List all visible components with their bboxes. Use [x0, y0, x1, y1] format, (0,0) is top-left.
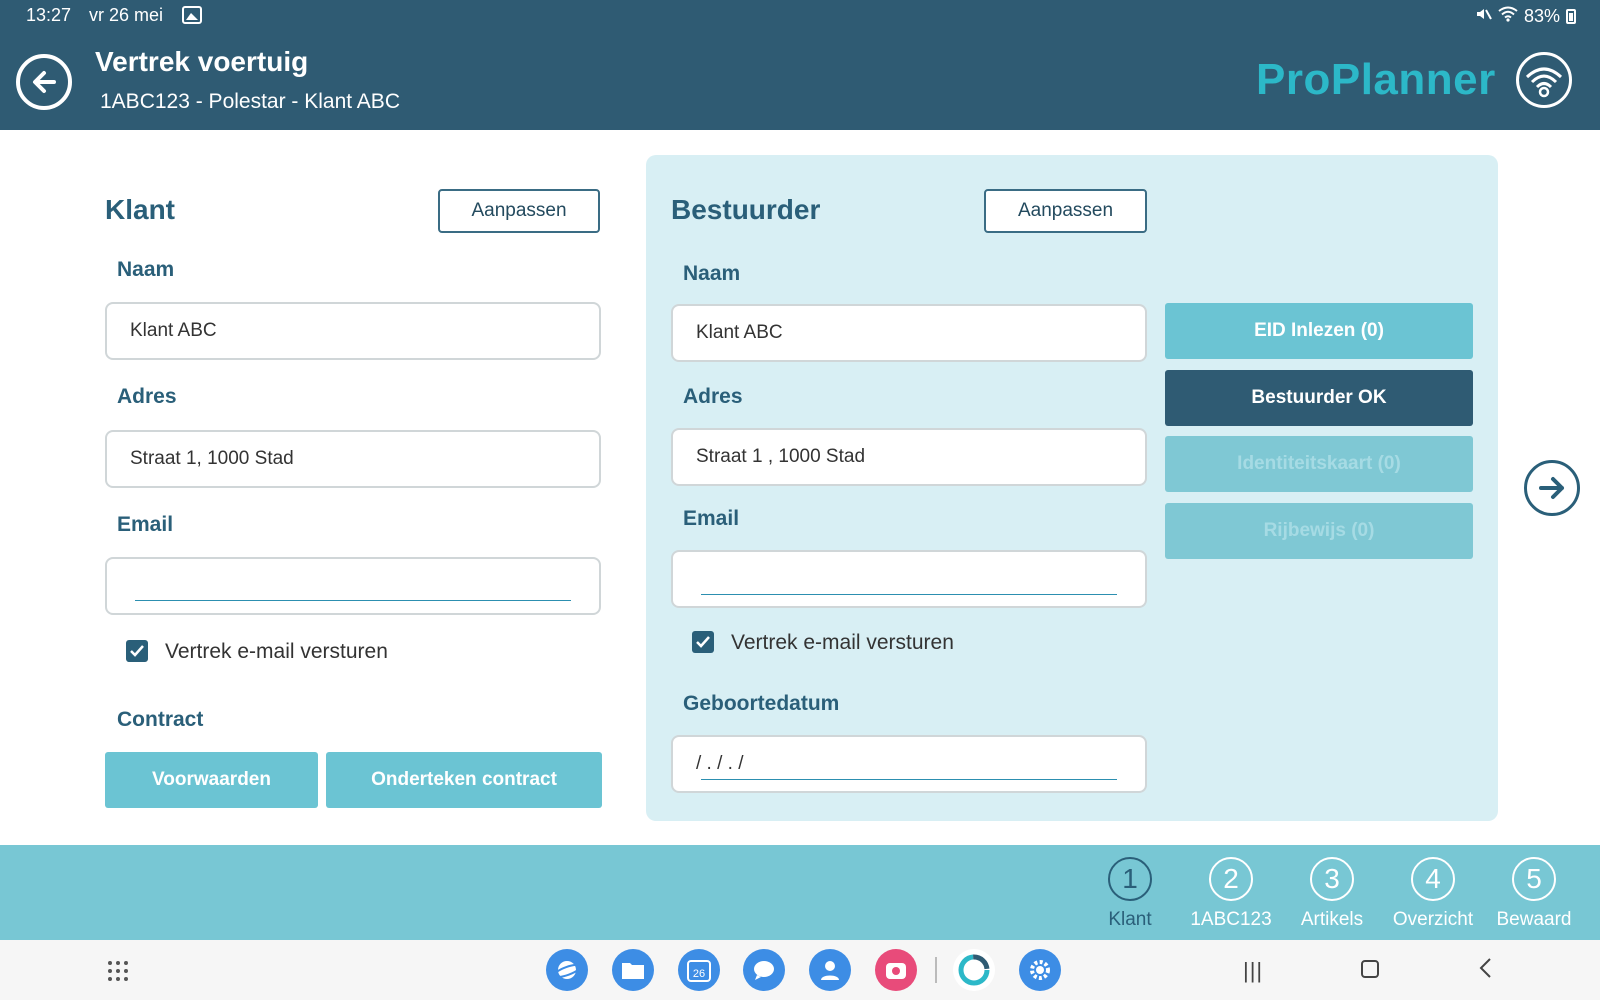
driver-email-label: Email — [683, 507, 740, 530]
proplanner-wifi-icon — [1516, 52, 1572, 108]
checkmark-icon — [130, 645, 144, 657]
step-label: Artikels — [1300, 909, 1364, 930]
birthdate-label: Geboortedatum — [683, 692, 840, 715]
system-nav-bar: 26 ||| — [0, 940, 1600, 1000]
back-button[interactable] — [16, 54, 72, 110]
id-card-button[interactable]: Identiteitskaart (0) — [1165, 436, 1473, 492]
settings-icon[interactable] — [1019, 949, 1061, 991]
customer-section-title: Klant — [105, 194, 175, 225]
step-artikels[interactable]: 3 Artikels — [1282, 857, 1382, 931]
status-date: vr 26 mei — [89, 5, 164, 25]
nav-divider — [935, 957, 937, 983]
step-label: Bewaard — [1496, 909, 1572, 930]
drivers-license-button[interactable]: Rijbewijs (0) — [1165, 503, 1473, 559]
files-icon[interactable] — [612, 949, 654, 991]
customer-name-label: Naam — [117, 258, 175, 281]
camera-icon[interactable] — [875, 949, 917, 991]
customer-address-label: Adres — [117, 385, 177, 408]
contacts-icon[interactable] — [809, 949, 851, 991]
step-number: 3 — [1310, 857, 1354, 901]
driver-name-input[interactable]: Klant ABC — [671, 304, 1147, 362]
customer-email-label: Email — [117, 513, 174, 536]
calendar-icon[interactable]: 26 — [678, 949, 720, 991]
driver-name-label: Naam — [683, 262, 741, 285]
terms-button[interactable]: Voorwaarden — [105, 752, 318, 808]
recent-apps-icon[interactable]: ||| — [1243, 958, 1263, 984]
battery-icon — [1566, 9, 1576, 24]
contract-label: Contract — [117, 708, 204, 731]
proplanner-icon[interactable] — [953, 949, 995, 991]
step-label: Overzicht — [1392, 909, 1474, 930]
step-number: 4 — [1411, 857, 1455, 901]
driver-email-input[interactable] — [671, 550, 1147, 608]
driver-email-underline — [701, 594, 1117, 595]
driver-edit-button[interactable]: Aanpassen — [984, 189, 1147, 233]
customer-edit-button[interactable]: Aanpassen — [438, 189, 600, 233]
wifi-icon — [1498, 6, 1518, 27]
driver-address-input[interactable]: Straat 1 , 1000 Stad — [671, 428, 1147, 486]
driver-send-email-label: Vertrek e-mail versturen — [731, 631, 954, 654]
birthdate-input[interactable]: / . / . / — [671, 735, 1147, 793]
arrow-right-icon — [1539, 477, 1564, 499]
calendar-day: 26 — [693, 968, 705, 980]
battery-percentage: 83% — [1523, 6, 1560, 26]
gallery-notification-icon — [182, 6, 202, 24]
step-label: 1ABC123 — [1190, 909, 1272, 930]
home-icon[interactable] — [1361, 960, 1379, 978]
step-overzicht[interactable]: 4 Overzicht — [1383, 857, 1483, 931]
status-bar: 13:27 vr 26 mei 83% — [0, 0, 1600, 30]
page-subtitle: 1ABC123 - Polestar - Klant ABC — [100, 90, 400, 113]
status-time: 13:27 — [26, 5, 72, 25]
sign-contract-button[interactable]: Onderteken contract — [326, 752, 602, 808]
step-bewaard[interactable]: 5 Bewaard — [1484, 857, 1584, 931]
driver-send-email-checkbox[interactable] — [692, 631, 714, 653]
step-number: 1 — [1108, 857, 1152, 901]
system-back-icon[interactable] — [1478, 956, 1494, 987]
customer-email-underline — [135, 600, 571, 601]
driver-address-label: Adres — [683, 385, 743, 408]
customer-send-email-label: Vertrek e-mail versturen — [165, 640, 388, 663]
step-klant[interactable]: 1 Klant — [1080, 857, 1180, 931]
app-drawer-icon[interactable] — [108, 961, 128, 981]
step-number: 5 — [1512, 857, 1556, 901]
birthdate-underline — [701, 779, 1117, 780]
checkmark-icon — [696, 636, 710, 648]
page-title: Vertrek voertuig — [95, 46, 309, 77]
driver-section-title: Bestuurder — [671, 194, 821, 225]
customer-name-input[interactable]: Klant ABC — [105, 302, 601, 360]
internet-icon[interactable] — [546, 949, 588, 991]
step-label: Klant — [1108, 909, 1152, 930]
customer-address-input[interactable]: Straat 1, 1000 Stad — [105, 430, 601, 488]
status-icons: 83% — [1474, 5, 1576, 28]
app-header: 13:27 vr 26 mei 83% Vertrek voertuig 1AB… — [0, 0, 1600, 130]
driver-ok-button[interactable]: Bestuurder OK — [1165, 370, 1473, 426]
step-vehicle[interactable]: 2 1ABC123 — [1181, 857, 1281, 931]
mute-icon — [1474, 5, 1492, 28]
messages-icon[interactable] — [743, 949, 785, 991]
steps-bar: 1 Klant 2 1ABC123 3 Artikels 4 Overzicht… — [0, 845, 1600, 940]
arrow-left-icon — [33, 71, 56, 93]
proplanner-logo: ProPlanner — [1256, 55, 1496, 104]
customer-email-input[interactable] — [105, 557, 601, 615]
eid-read-button[interactable]: EID Inlezen (0) — [1165, 303, 1473, 359]
next-button[interactable] — [1524, 460, 1580, 516]
customer-send-email-checkbox[interactable] — [126, 640, 148, 662]
step-number: 2 — [1209, 857, 1253, 901]
